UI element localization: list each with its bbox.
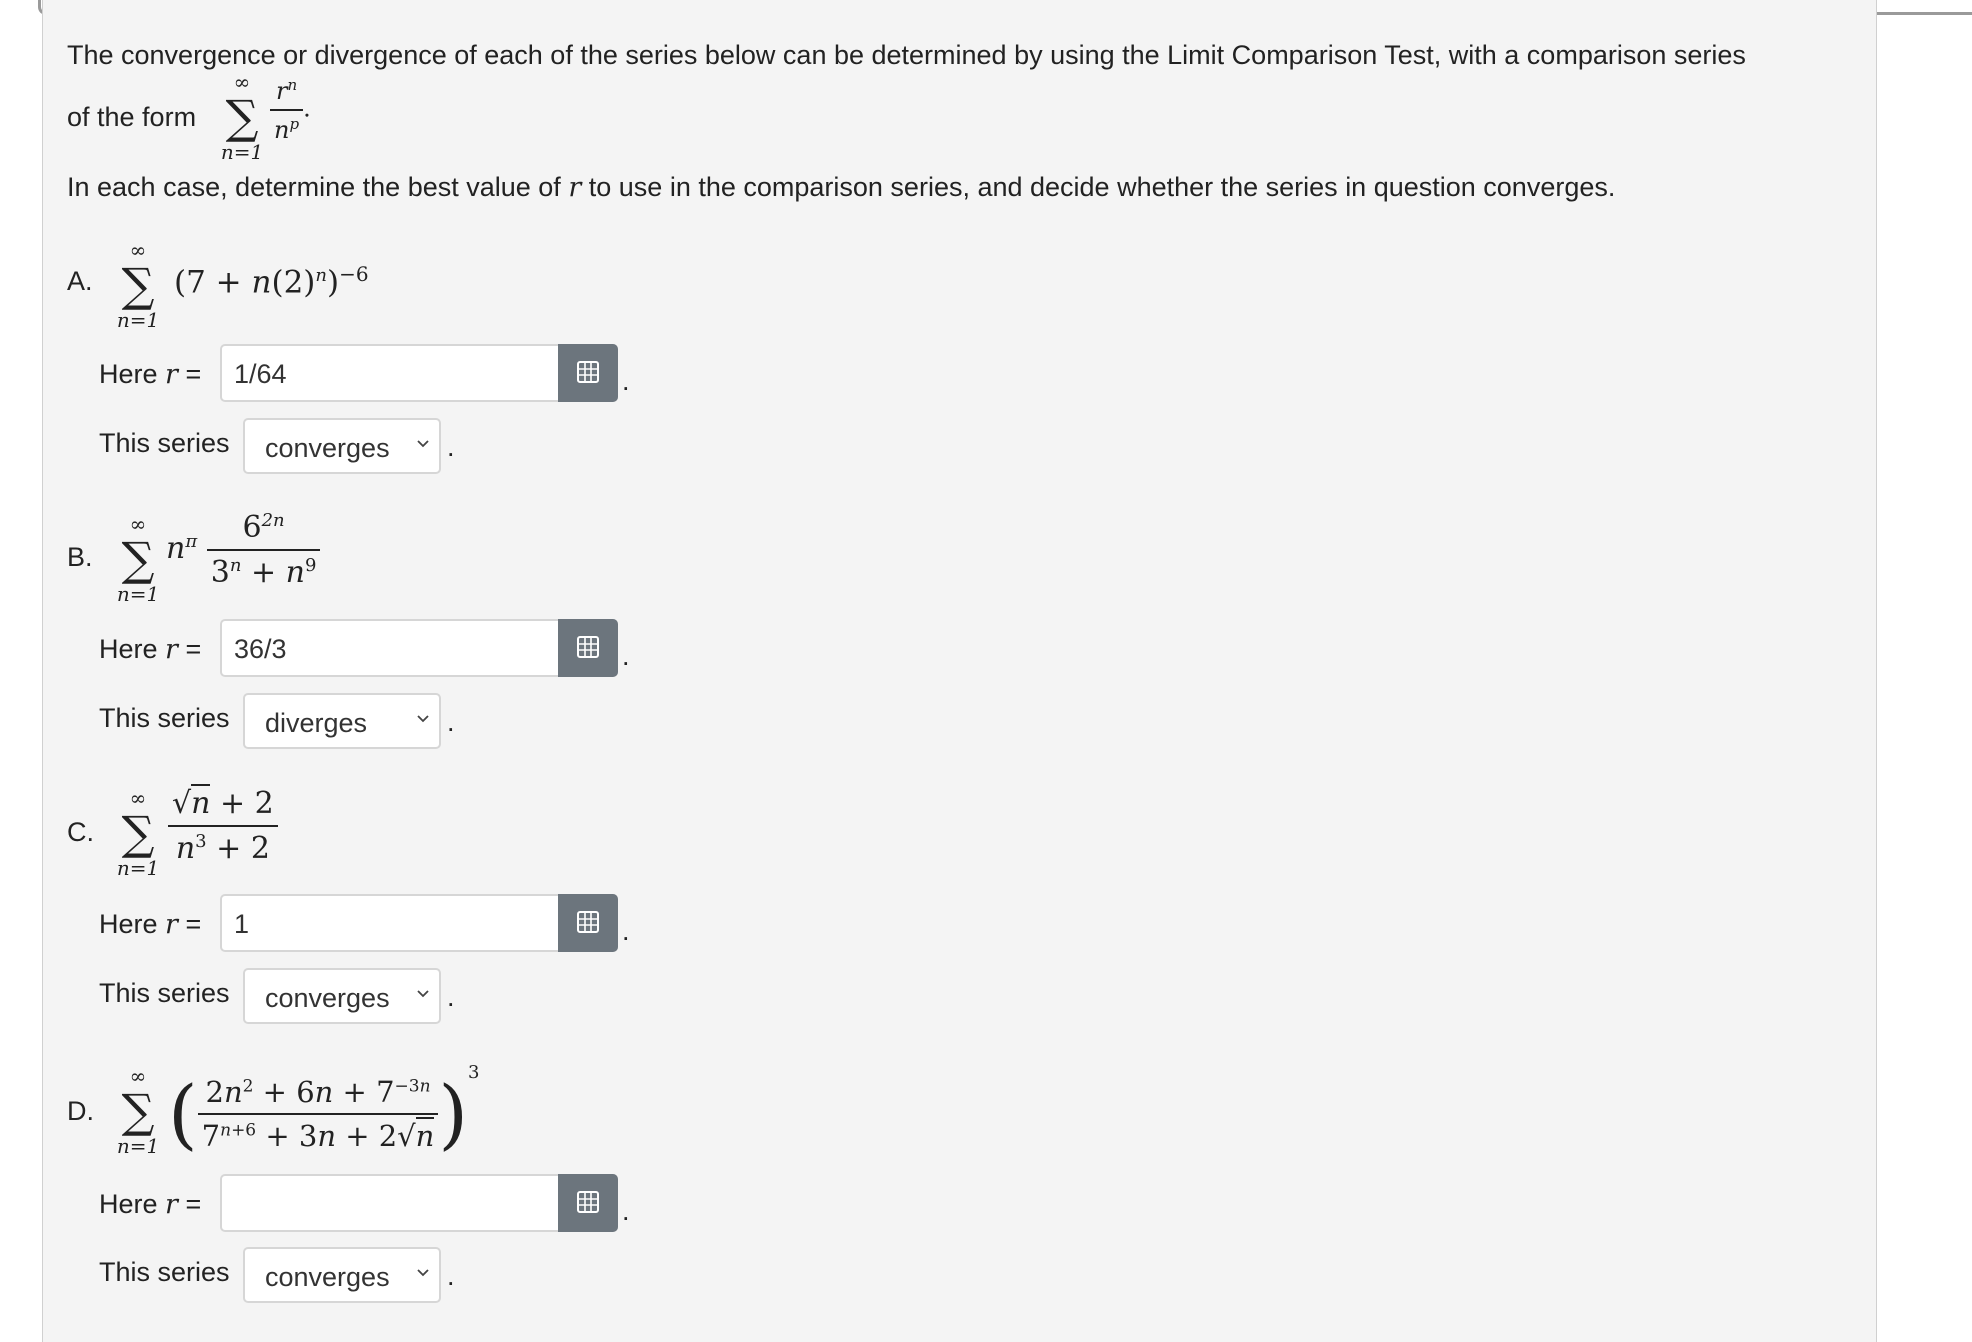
intro-line-2: In each case, determine the best value o…	[67, 172, 1616, 203]
part-b-here-r-label: Here r =	[99, 634, 202, 665]
intro-line-1: The convergence or divergence of each of…	[67, 40, 1746, 70]
part-c-dropdown-value: converges	[265, 983, 390, 1013]
part-b-period-2: .	[447, 707, 455, 737]
chevron-down-icon	[417, 1269, 429, 1277]
part-d-sigma: ∞ ∑ n=1	[116, 1064, 160, 1158]
part-b-dropdown-value: diverges	[265, 708, 368, 738]
part-b-letter: B.	[67, 542, 93, 572]
chevron-down-icon	[417, 715, 429, 723]
part-c-here-r-label: Here r =	[99, 909, 202, 940]
part-d-equation-button[interactable]	[558, 1174, 618, 1232]
part-c-this-series-label: This series	[99, 978, 230, 1008]
intro-of-the-form: of the form	[67, 102, 197, 132]
part-c-letter: C.	[67, 817, 94, 847]
part-a-equation-button[interactable]	[558, 344, 618, 402]
part-a-r-value: 1/64	[234, 359, 287, 389]
chevron-down-icon	[417, 990, 429, 998]
part-c-period-1: .	[622, 916, 630, 946]
part-b-period-1: .	[622, 641, 630, 671]
part-a-letter: A.	[67, 266, 93, 296]
grid-icon	[577, 911, 599, 933]
part-c-period-2: .	[447, 982, 455, 1012]
part-d-expression: (2n2 + 6n + 7−3n 7n+6 + 3n + 2√n)3	[168, 1062, 480, 1158]
grid-icon	[577, 1191, 599, 1213]
part-d-letter: D.	[67, 1096, 94, 1126]
comparison-series: ∞ ∑ n=1	[220, 70, 264, 164]
part-d-convergence-dropdown[interactable]: converges	[243, 1247, 441, 1303]
part-d-period-2: .	[447, 1261, 455, 1291]
part-c-convergence-dropdown[interactable]: converges	[243, 968, 441, 1024]
part-a-period-2: .	[447, 432, 455, 462]
part-d-period-1: .	[622, 1196, 630, 1226]
part-a-here-r-label: Here r =	[99, 359, 202, 390]
part-b-r-value: 36/3	[234, 634, 287, 664]
part-b-sigma: ∞ ∑ n=1	[116, 512, 160, 606]
comparison-fraction: rn np.	[270, 76, 311, 144]
part-b-convergence-dropdown[interactable]: diverges	[243, 693, 441, 749]
part-a-period-1: .	[622, 366, 630, 396]
grid-icon	[577, 636, 599, 658]
part-a-dropdown-value: converges	[265, 433, 390, 463]
part-d-here-r-label: Here r =	[99, 1189, 202, 1220]
part-b-expression: nπ 62n 3n + n9	[166, 510, 321, 590]
chevron-down-icon	[417, 440, 429, 448]
part-c-r-value: 1	[234, 909, 250, 939]
part-a-convergence-dropdown[interactable]: converges	[243, 418, 441, 474]
part-c-r-input[interactable]: 1	[220, 894, 618, 952]
part-b-equation-button[interactable]	[558, 619, 618, 677]
part-a-this-series-label: This series	[99, 428, 230, 458]
part-a-r-input[interactable]: 1/64	[220, 344, 618, 402]
part-c-sigma: ∞ ∑ n=1	[116, 786, 160, 880]
part-c-expression: √n + 2 n3 + 2	[168, 784, 278, 866]
part-c-equation-button[interactable]	[558, 894, 618, 952]
part-d-dropdown-value: converges	[265, 1262, 390, 1292]
part-b-this-series-label: This series	[99, 703, 230, 733]
part-a-expression: (7 + n(2)n)−6	[174, 262, 369, 301]
grid-icon	[577, 361, 599, 383]
part-b-r-input[interactable]: 36/3	[220, 619, 618, 677]
part-d-this-series-label: This series	[99, 1257, 230, 1287]
part-d-r-input[interactable]	[220, 1174, 618, 1232]
part-a-sigma: ∞ ∑ n=1	[116, 238, 160, 332]
